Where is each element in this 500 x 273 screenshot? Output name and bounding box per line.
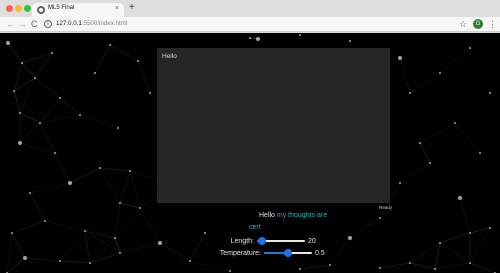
new-tab-button[interactable]: + [129,2,135,14]
close-tab-icon[interactable]: × [115,5,119,13]
tab-title: ML5 Final [48,5,75,11]
back-button[interactable]: ← [6,18,15,30]
bookmark-star-icon[interactable]: ☆ [459,18,467,30]
seed-text: Hello [259,212,275,219]
continuation-text-line2: cert [249,224,261,231]
browser-tab[interactable]: ML5 Final × [32,3,124,17]
info-icon[interactable]: i [44,20,52,28]
output-panel: Hello [157,48,390,203]
browser-menu-icon[interactable]: ⋮ [488,17,497,31]
continuation-text: my thoughts are [276,212,328,219]
length-label: Length: [230,238,254,245]
url-path: :5500/index.html [81,20,128,27]
browser-toolbar: ← → C i 127.0.0.1:5500/index.html [0,17,500,32]
reload-button[interactable]: C [31,18,38,30]
temperature-slider[interactable] [264,249,312,257]
globe-icon [37,6,45,14]
url-host: 127.0.0.1 [56,20,82,27]
tab-bar: ML5 Final × + [0,0,500,17]
forward-button[interactable]: → [18,18,27,30]
page-viewport: Hello Ready Hello my thoughts are cert L… [0,33,500,273]
length-slider-thumb[interactable] [257,237,266,245]
minimize-window-button[interactable] [15,5,22,12]
temperature-slider-thumb[interactable] [284,249,292,257]
generated-text: Hello my thoughts are [259,212,327,219]
profile-avatar[interactable]: G [473,19,483,29]
output-text: Hello [162,53,177,60]
length-slider[interactable] [257,237,305,245]
address-bar[interactable]: i 127.0.0.1:5500/index.html [41,19,466,30]
maximize-window-button[interactable] [24,5,31,12]
temperature-label: Temperature: [219,250,261,257]
close-window-button[interactable] [6,5,13,12]
status-text: Ready [379,205,393,210]
url-text[interactable]: 127.0.0.1:5500/index.html [56,20,127,27]
temperature-value: 0.5 [315,250,325,257]
length-value: 20 [308,238,316,245]
